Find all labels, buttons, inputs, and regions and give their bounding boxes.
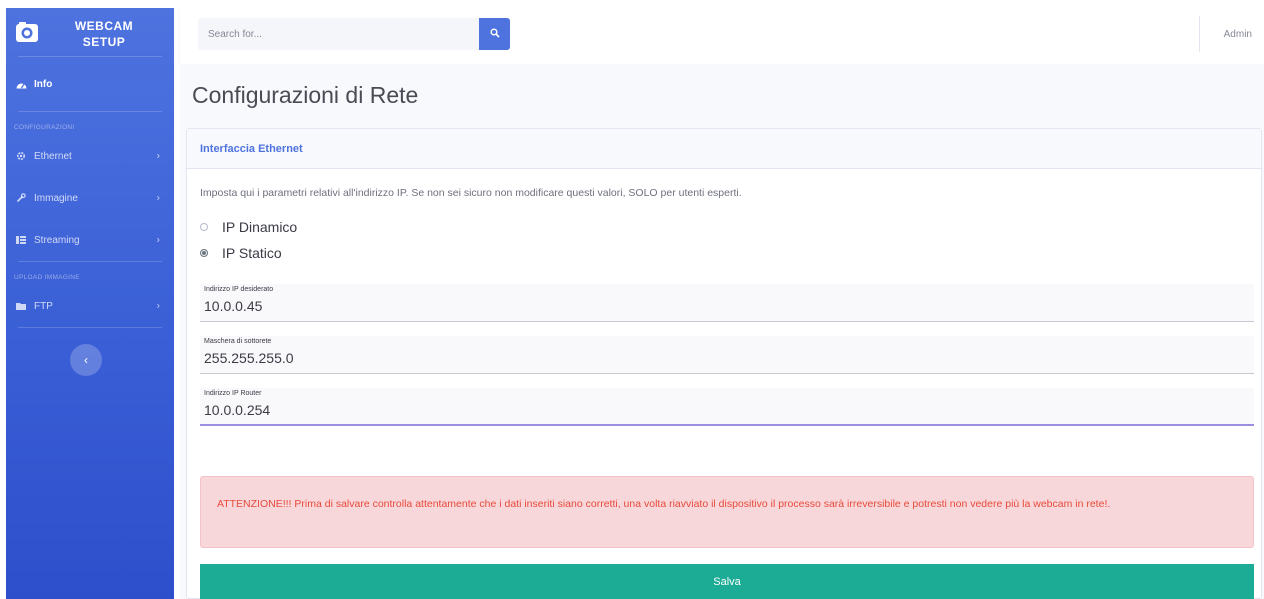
sidebar-heading-config: CONFIGURAZIONI: [14, 124, 75, 131]
gear-icon: [14, 151, 28, 161]
chevron-right-icon: ›: [156, 192, 160, 204]
ip-address-input[interactable]: [204, 298, 1204, 314]
tachometer-icon: [14, 80, 28, 89]
chevron-right-icon: ›: [156, 300, 160, 312]
sidebar-heading-upload: UPLOAD IMMAGINE: [14, 274, 80, 281]
radio-label: IP Dinamico: [222, 219, 298, 235]
subnet-mask-field[interactable]: Maschera di sottorete: [200, 336, 1254, 374]
sidebar-brand[interactable]: WEBCAM SETUP: [6, 8, 174, 56]
subnet-mask-input[interactable]: [204, 350, 1204, 366]
router-ip-field[interactable]: Indirizzo IP Router: [200, 388, 1254, 426]
warning-alert: ATTENZIONE!!! Prima di salvare controlla…: [200, 476, 1254, 548]
sidebar-item-immagine[interactable]: Immagine ›: [6, 177, 174, 219]
chevron-left-icon: ‹: [84, 353, 88, 367]
radio-ip-dinamico[interactable]: IP Dinamico: [200, 219, 297, 235]
radio-button[interactable]: [200, 223, 208, 231]
search-button[interactable]: [479, 18, 510, 50]
sidebar-item-info[interactable]: Info: [6, 57, 174, 111]
sidebar-divider: [18, 327, 162, 328]
sidebar-item-label: Streaming: [34, 234, 80, 246]
save-button[interactable]: Salva: [200, 564, 1254, 599]
search-input[interactable]: [198, 18, 479, 50]
chevron-right-icon: ›: [156, 234, 160, 246]
ethernet-card: Interfaccia Ethernet Imposta qui i param…: [186, 128, 1262, 599]
radio-ip-statico[interactable]: IP Statico: [200, 245, 282, 261]
columns-icon: [14, 236, 28, 244]
sidebar-item-ftp[interactable]: FTP ›: [6, 285, 174, 327]
camera-icon: [14, 19, 40, 45]
sidebar-item-label: FTP: [34, 300, 53, 312]
radio-button[interactable]: [200, 249, 208, 257]
search-group: [198, 18, 510, 50]
brand-line-2: SETUP: [82, 35, 126, 49]
ip-address-field[interactable]: Indirizzo IP desiderato: [200, 284, 1254, 322]
field-label: Maschera di sottorete: [204, 338, 272, 345]
main-content: Configurazioni di Rete Interfaccia Ether…: [180, 64, 1264, 599]
sidebar: WEBCAM SETUP Info CONFIGURAZIONI Etherne…: [6, 8, 174, 599]
sidebar-item-ethernet[interactable]: Ethernet ›: [6, 135, 174, 177]
brand-line-1: WEBCAM: [74, 19, 134, 33]
sidebar-item-label: Ethernet: [34, 150, 72, 162]
brand-title: WEBCAM SETUP: [64, 18, 144, 50]
router-ip-input[interactable]: [204, 402, 1204, 418]
user-menu[interactable]: Admin: [1224, 29, 1252, 40]
sidebar-item-label: Immagine: [34, 192, 78, 204]
page-title: Configurazioni di Rete: [192, 82, 419, 108]
card-header: Interfaccia Ethernet: [187, 129, 1261, 169]
card-description: Imposta qui i parametri relativi all'ind…: [200, 187, 742, 199]
radio-label: IP Statico: [222, 245, 282, 261]
topbar-divider: [1199, 16, 1200, 52]
sidebar-item-streaming[interactable]: Streaming ›: [6, 219, 174, 261]
sidebar-item-label: Info: [34, 78, 53, 90]
card-title: Interfaccia Ethernet: [200, 142, 303, 155]
wrench-icon: [14, 193, 28, 203]
sidebar-toggle-button[interactable]: ‹: [70, 344, 102, 376]
chevron-right-icon: ›: [156, 150, 160, 162]
topbar: Admin: [180, 8, 1264, 64]
folder-icon: [14, 302, 28, 310]
field-label: Indirizzo IP desiderato: [204, 286, 274, 293]
search-icon: [489, 25, 500, 43]
field-label: Indirizzo IP Router: [204, 390, 262, 397]
